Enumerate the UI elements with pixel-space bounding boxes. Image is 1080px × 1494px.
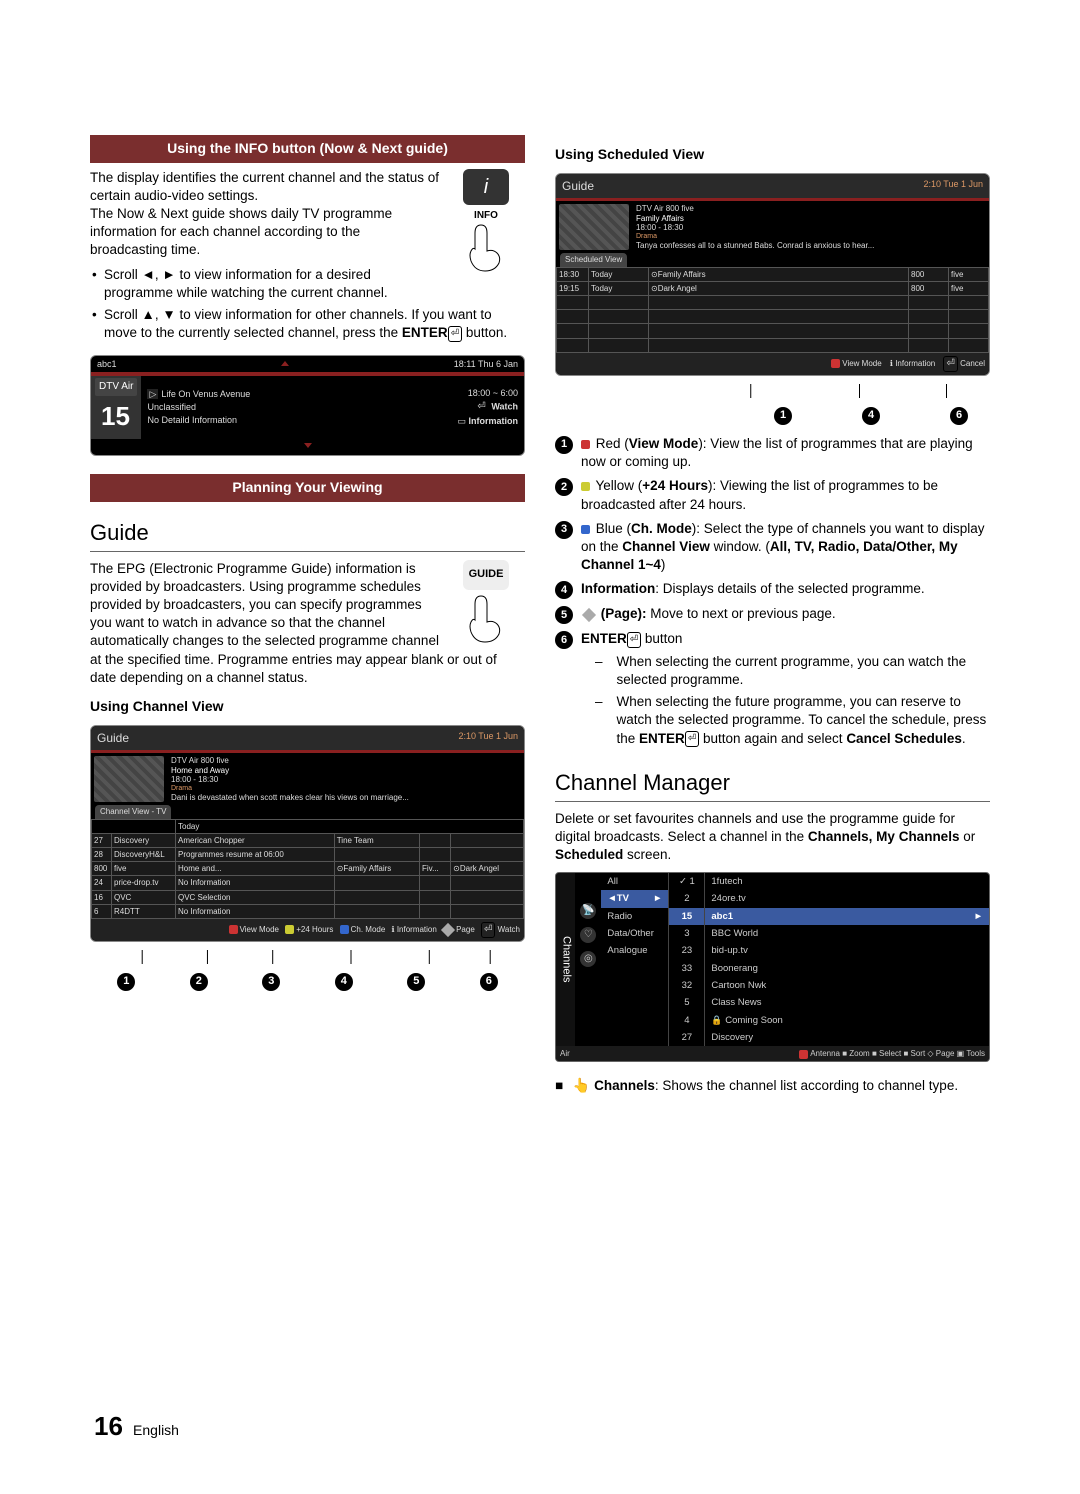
osd-clock: 18:11 Thu 6 Jan — [454, 358, 518, 371]
callout-4: 4 — [862, 407, 880, 425]
enter-icon: ⏎ — [685, 731, 699, 747]
heading-scheduled-view: Using Scheduled View — [555, 145, 990, 165]
cv-meta-channel: DTV Air 800 five — [171, 756, 520, 766]
cv-tab: Channel View - TV — [95, 805, 171, 818]
cv-callouts: 1 2 3 4 5 6 — [90, 973, 525, 991]
osd-no-detail: No Detaild Information — [147, 414, 445, 427]
arrow-up-icon — [281, 361, 289, 366]
info-button-icon: i — [463, 169, 509, 205]
callout-lines-icon — [90, 950, 525, 964]
cm-para: Delete or set favourites channels and us… — [555, 810, 990, 865]
osd-scheduled-view: Guide 2:10 Tue 1 Jun DTV Air 800 five Fam… — [555, 173, 990, 376]
page-number: 16 — [94, 1411, 123, 1441]
cv-today: Today — [178, 822, 199, 831]
page-language: English — [133, 1422, 179, 1438]
sv-title: Guide — [562, 178, 594, 195]
cv-meta-slot: 18:00 - 18:30 — [171, 775, 520, 785]
callout-6: 6 — [480, 973, 498, 991]
hand-icon — [461, 594, 511, 644]
osd-cv-clock: 2:10 Tue 1 Jun — [458, 730, 518, 747]
sv-meta-channel: DTV Air 800 five — [636, 204, 985, 214]
thumbnail-icon — [94, 756, 164, 802]
callout-lines-icon — [555, 384, 990, 398]
sv-meta-slot: 18:00 - 18:30 — [636, 223, 985, 233]
right-column: Using Scheduled View Guide 2:10 Tue 1 Jun… — [555, 135, 990, 1096]
callout-4: 4 — [335, 973, 353, 991]
osd-channel-name: abc1 — [97, 358, 117, 371]
guide-remote-illustration: GUIDE — [447, 560, 525, 644]
callout-3: 3 — [262, 973, 280, 991]
section-header-info: Using the INFO button (Now & Next guide) — [90, 135, 525, 163]
diamond-icon — [582, 608, 596, 622]
osd-source: DTV Air — [95, 378, 137, 396]
callout-2: 2 — [190, 973, 208, 991]
info-bullet-1: Scroll ◄, ► to view information for a de… — [104, 266, 525, 302]
sv-meta-genre: Drama — [636, 233, 985, 241]
thumbnail-icon — [559, 204, 629, 250]
callout-5: 5 — [407, 973, 425, 991]
heading-channel-manager: Channel Manager — [555, 768, 990, 802]
section-header-planning: Planning Your Viewing — [90, 474, 525, 502]
info-remote-illustration: i INFO — [447, 169, 525, 273]
cv-meta-genre: Drama — [171, 785, 520, 793]
enter-icon: ⏎ — [448, 326, 462, 342]
osd-watch-hint: Watch — [491, 402, 518, 412]
osd-timeslot: 18:00 ~ 6:00 — [457, 387, 518, 400]
sv-clock: 2:10 Tue 1 Jun — [923, 178, 983, 195]
enter-icon: ⏎ — [627, 632, 641, 648]
heading-channel-view: Using Channel View — [90, 697, 525, 717]
cv-meta-desc: Dani is devastated when scott makes clea… — [171, 793, 520, 803]
osd-channel-manager: Channels 📡 ♡ ◎ All◄ TV ►RadioData/OtherA… — [555, 872, 990, 1062]
page-footer: 16 English — [90, 1408, 179, 1444]
cm-sidebar-label: Channels — [556, 873, 575, 1046]
guide-button-icon: GUIDE — [463, 560, 509, 590]
manual-page: Using the INFO button (Now & Next guide)… — [0, 0, 1080, 1494]
osd-now-next: abc1 18:11 Thu 6 Jan DTV Air 15 ▷Life On… — [90, 355, 525, 457]
osd-channel-view: Guide 2:10 Tue 1 Jun DTV Air 800 five Hom… — [90, 725, 525, 942]
cv-meta-programme: Home and Away — [171, 766, 520, 776]
antenna-icon: 📡 — [580, 903, 596, 919]
left-column: Using the INFO button (Now & Next guide)… — [90, 135, 525, 1096]
numbered-list: 1 Red (View Mode): View the list of prog… — [555, 435, 990, 752]
arrow-down-icon — [304, 443, 312, 448]
callout-1: 1 — [117, 973, 135, 991]
cm-category-icons: 📡 ♡ ◎ — [575, 873, 601, 1046]
sv-callouts: 1 4 6 — [555, 407, 990, 425]
sv-tab: Scheduled View — [560, 253, 627, 266]
osd-channel-number: 15 — [95, 396, 137, 436]
info-bullet-2: Scroll ▲, ▼ to view information for othe… — [104, 306, 525, 342]
osd-classification: Unclassified — [147, 401, 445, 414]
cm-foot-left: Air — [560, 1048, 570, 1059]
callout-6: 6 — [950, 407, 968, 425]
heart-icon: ♡ — [580, 927, 596, 943]
sv-meta-desc: Tanya confesses all to a stunned Babs. C… — [636, 241, 985, 251]
info-button-label: INFO — [447, 209, 525, 223]
channels-note: 👆 Channels: Shows the channel list accor… — [555, 1076, 990, 1095]
globe-icon: ◎ — [580, 951, 596, 967]
osd-programme-title: Life On Venus Avenue — [161, 389, 250, 399]
sv-footer: View Mode ℹ Information ⏎ Cancel — [556, 353, 989, 375]
heading-guide: Guide — [90, 518, 525, 552]
callout-1: 1 — [774, 407, 792, 425]
cv-footer: View Mode +24 Hours Ch. Mode ℹ Informati… — [91, 919, 524, 941]
osd-cv-title: Guide — [97, 730, 129, 747]
sv-meta-programme: Family Affairs — [636, 214, 985, 224]
cm-foot-right: Antenna ■ Zoom ■ Select ■ Sort ◇ Page ▣ … — [810, 1049, 985, 1058]
osd-info-hint: Information — [469, 416, 519, 426]
